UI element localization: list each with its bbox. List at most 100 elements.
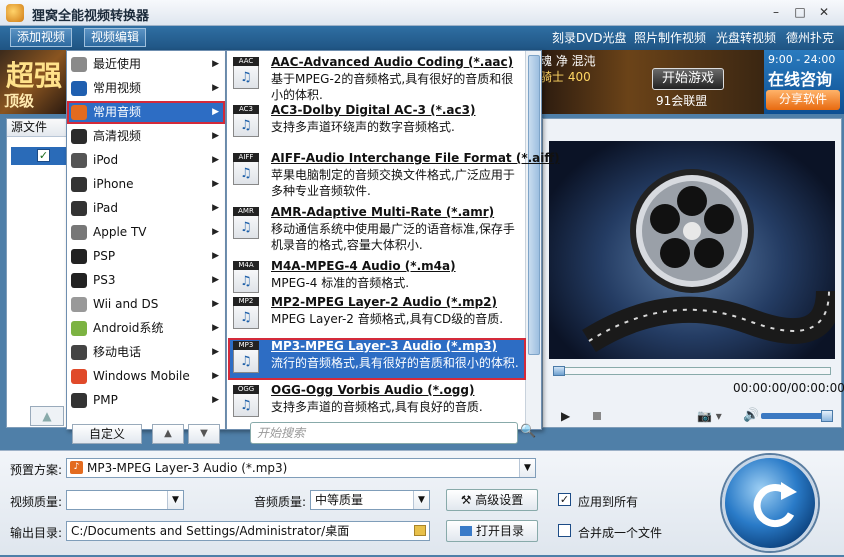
format-item[interactable]: MP2 ♫ MP2-MPEG Layer-2 Audio (*.mp2) MPEG L… [229, 295, 525, 335]
format-item[interactable]: M4A ♫ M4A-MPEG-4 Audio (*.m4a) MPEG-4 标准的音频… [229, 259, 525, 293]
chevron-right-icon: ▶ [212, 275, 219, 285]
photo-video-link[interactable]: 照片制作视频 [634, 29, 706, 46]
disc-to-video-link[interactable]: 光盘转视频 [716, 29, 776, 46]
chevron-right-icon: ▶ [212, 323, 219, 333]
chevron-right-icon: ▶ [212, 107, 219, 117]
audio-file-icon: OGG ♫ [233, 385, 259, 417]
category-item[interactable]: PSP ▶ [67, 245, 225, 268]
ad-banner-left[interactable]: 超强 顶级 [0, 50, 66, 114]
format-item[interactable]: OGG ♫ OGG-Ogg Vorbis Audio (*.ogg) 支持多声道的音频… [229, 383, 525, 417]
category-item[interactable]: 高清视频 ▶ [67, 125, 225, 148]
format-item[interactable]: AIFF ♫ AIFF-Audio Interchange File Format … [229, 151, 560, 201]
category-item[interactable]: Apple TV ▶ [67, 221, 225, 244]
play-icon[interactable]: ▶ [561, 409, 570, 423]
move-up-button[interactable]: ▲ [152, 424, 184, 444]
volume-slider[interactable] [761, 410, 833, 422]
advanced-settings-button[interactable]: ⚒ 高级设置 [446, 489, 538, 511]
texas-poker-link[interactable]: 德州扑克 [786, 29, 834, 46]
search-icon[interactable]: 🔍 [520, 424, 536, 439]
category-label: Android系统 [93, 321, 164, 335]
format-item[interactable]: AC3 ♫ AC3-Dolby Digital AC-3 (*.ac3) 支持多声道环… [229, 103, 525, 147]
share-software-button[interactable]: 分享软件 [766, 90, 840, 110]
camera-icon[interactable]: 📷 ▾ [697, 409, 722, 423]
audio-quality-select[interactable]: 中等质量 ▼ [310, 490, 430, 510]
file-row[interactable]: ✓ [11, 147, 69, 165]
ipod-icon [71, 153, 87, 168]
output-dir-field[interactable]: C:/Documents and Settings/Administrator/… [66, 521, 430, 541]
folder-icon[interactable] [414, 525, 426, 536]
android-icon [71, 321, 87, 336]
chevron-right-icon: ▶ [212, 347, 219, 357]
apply-all-checkbox[interactable]: ✓ [558, 493, 571, 506]
scrollbar-thumb[interactable] [528, 55, 540, 355]
category-item[interactable]: Wii and DS ▶ [67, 293, 225, 316]
format-title: AC3-Dolby Digital AC-3 (*.ac3) [271, 103, 476, 117]
close-button[interactable]: ✕ [816, 5, 832, 19]
audio-file-icon: AC3 ♫ [233, 105, 259, 137]
volume-icon[interactable]: 🔊 [743, 408, 759, 423]
burn-dvd-link[interactable]: 刻录DVD光盘 [552, 29, 626, 46]
chevron-right-icon: ▶ [212, 299, 219, 309]
category-item[interactable]: Windows Mobile ▶ [67, 365, 225, 388]
chevron-down-icon[interactable]: ▼ [519, 459, 535, 477]
format-item[interactable]: AMR ♫ AMR-Adaptive Multi-Rate (*.amr) 移动通信系… [229, 205, 525, 255]
format-tag: AIFF [233, 153, 259, 162]
video-quality-label: 视频质量: [10, 495, 63, 509]
category-item[interactable]: iPad ▶ [67, 197, 225, 220]
category-item[interactable]: 常用音频 ▶ [67, 101, 225, 124]
music-note-icon: ♫ [240, 220, 252, 235]
stop-icon[interactable] [593, 412, 601, 420]
move-up-button[interactable]: ▲ [30, 406, 64, 426]
search-input[interactable]: 开始搜索 [250, 422, 518, 444]
maximize-button[interactable]: □ [792, 5, 808, 19]
format-menu-scrollbar[interactable] [525, 51, 541, 429]
consult-banner[interactable]: 9:00 - 24:00 在线咨询 分享软件 [764, 50, 844, 114]
category-item[interactable]: PS3 ▶ [67, 269, 225, 292]
start-game-button[interactable]: 开始游戏 [652, 68, 724, 90]
category-item[interactable]: iPod ▶ [67, 149, 225, 172]
custom-button[interactable]: 自定义 [72, 424, 142, 444]
format-description: 支持多声道环绕声的数字音频格式. [271, 120, 455, 134]
category-label: iPod [93, 153, 119, 167]
merge-checkbox[interactable] [558, 524, 571, 537]
film-icon [71, 81, 87, 96]
category-item[interactable]: 移动电话 ▶ [67, 341, 225, 364]
game-ad-banner[interactable]: 魂 净 混沌 骑士 400 开始游戏 91会联盟 [538, 50, 764, 114]
format-item[interactable]: AAC ♫ AAC-Advanced Audio Coding (*.aac) 基于M… [229, 55, 525, 102]
chevron-right-icon: ▶ [212, 59, 219, 69]
preset-select[interactable]: ♪ MP3-MPEG Layer-3 Audio (*.mp3) ▼ [66, 458, 536, 478]
category-item[interactable]: PMP ▶ [67, 389, 225, 412]
file-checkbox[interactable]: ✓ [37, 149, 50, 162]
add-video-button[interactable]: 添加视频 [10, 28, 73, 47]
volume-handle[interactable] [821, 410, 833, 422]
category-item[interactable]: Android系统 ▶ [67, 317, 225, 340]
category-item[interactable]: 常用视频 ▶ [67, 77, 225, 100]
edit-video-button[interactable]: 视频编辑 [84, 28, 147, 47]
category-item[interactable]: 最近使用 ▶ [67, 53, 225, 76]
format-title: OGG-Ogg Vorbis Audio (*.ogg) [271, 383, 475, 397]
format-title: AIFF-Audio Interchange File Format (*.ai… [271, 151, 560, 165]
convert-button[interactable] [722, 455, 818, 551]
game-ad-line: 魂 净 混沌 [540, 54, 596, 68]
open-dir-button[interactable]: 打开目录 [446, 520, 538, 542]
consult-hours: 9:00 - 24:00 [768, 53, 836, 66]
category-item[interactable]: iPhone ▶ [67, 173, 225, 196]
category-label: PS3 [93, 273, 116, 287]
category-label: 移动电话 [93, 345, 142, 359]
format-item[interactable]: MP3 ♫ MP3-MPEG Layer-3 Audio (*.mp3) 流行的音频格… [228, 338, 526, 380]
output-dir-value: C:/Documents and Settings/Administrator/… [71, 524, 350, 538]
chevron-right-icon: ▶ [212, 131, 219, 141]
folder-icon [459, 526, 472, 536]
chevron-down-icon[interactable]: ▼ [413, 491, 429, 509]
seek-handle[interactable] [553, 366, 565, 376]
seek-bar[interactable] [553, 366, 831, 376]
wrench-icon: ⚒ [460, 493, 476, 507]
category-label: 最近使用 [93, 57, 142, 71]
chevron-down-icon[interactable]: ▼ [167, 491, 183, 509]
output-dir-label: 输出目录: [10, 526, 63, 540]
move-down-button[interactable]: ▼ [188, 424, 220, 444]
minimize-button[interactable]: – [768, 5, 784, 19]
format-tag: MP2 [233, 297, 259, 306]
film-reel-icon [582, 169, 835, 353]
video-quality-select[interactable]: ▼ [66, 490, 184, 510]
